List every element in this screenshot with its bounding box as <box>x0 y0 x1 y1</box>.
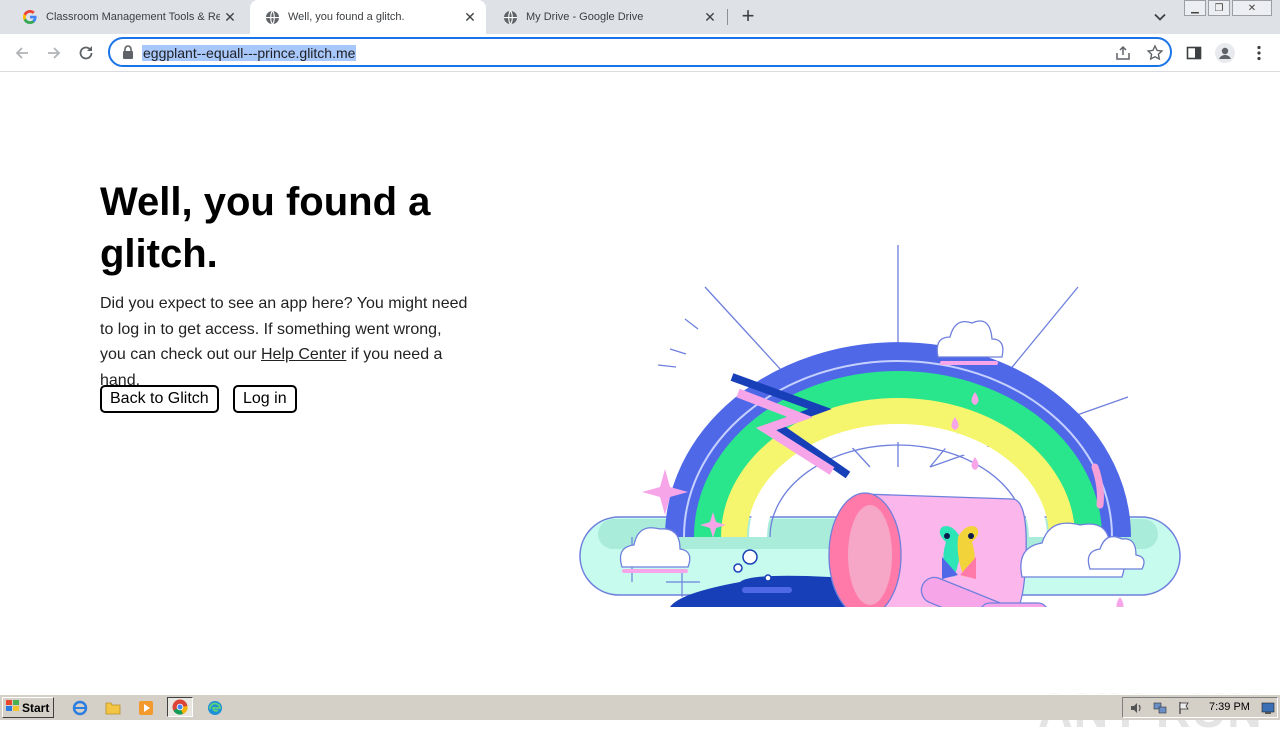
reload-icon[interactable] <box>73 40 99 66</box>
page-description: Did you expect to see an app here? You m… <box>100 291 470 393</box>
log-in-button[interactable]: Log in <box>233 385 297 413</box>
bookmark-star-icon[interactable] <box>1146 44 1164 62</box>
web-page: Well, you found a glitch. Did you expect… <box>0 72 1280 738</box>
tab-google-drive[interactable]: My Drive - Google Drive ✕ <box>488 0 726 34</box>
close-tab-icon[interactable]: ✕ <box>220 7 240 27</box>
windows-logo-icon <box>6 700 20 715</box>
back-arrow-icon[interactable] <box>9 40 35 66</box>
tab-title: Well, you found a glitch. <box>288 11 405 23</box>
tab-classroom[interactable]: Classroom Management Tools & Resc ✕ <box>8 0 246 34</box>
profile-avatar-icon[interactable] <box>1215 43 1235 63</box>
url-text[interactable]: eggplant--equall---prince.glitch.me <box>142 45 357 61</box>
tab-title: Classroom Management Tools & Resc <box>46 11 220 23</box>
globe-icon <box>502 9 518 25</box>
flag-icon[interactable] <box>1177 701 1191 715</box>
restore-button[interactable]: ❐ <box>1208 0 1230 16</box>
show-desktop-icon[interactable] <box>1261 701 1275 715</box>
browser-toolbar: eggplant--equall---prince.glitch.me <box>0 34 1280 72</box>
edge-icon[interactable] <box>206 699 224 717</box>
close-tab-icon[interactable]: ✕ <box>700 7 720 27</box>
folder-icon[interactable] <box>104 699 122 717</box>
start-button[interactable]: Start <box>2 697 54 718</box>
chrome-taskbar-icon[interactable] <box>167 697 193 717</box>
media-player-icon[interactable] <box>137 699 155 717</box>
lock-icon[interactable] <box>122 45 134 64</box>
internet-explorer-icon[interactable] <box>71 699 89 717</box>
windows-taskbar: Start 7:39 PM <box>0 694 1280 720</box>
new-tab-button[interactable]: + <box>736 5 760 29</box>
back-to-glitch-button[interactable]: Back to Glitch <box>100 385 219 413</box>
close-window-button[interactable]: ✕ <box>1232 0 1272 16</box>
minimize-button[interactable]: ▁ <box>1184 0 1206 16</box>
more-menu-icon[interactable] <box>1249 43 1269 63</box>
share-icon[interactable] <box>1114 44 1132 62</box>
system-tray: 7:39 PM <box>1122 697 1278 718</box>
close-tab-icon[interactable]: ✕ <box>460 7 480 27</box>
tab-title: My Drive - Google Drive <box>526 11 644 23</box>
start-label: Start <box>22 700 50 715</box>
address-bar[interactable]: eggplant--equall---prince.glitch.me <box>108 37 1172 67</box>
side-panel-icon[interactable] <box>1184 43 1204 63</box>
tab-glitch[interactable]: Well, you found a glitch. ✕ <box>250 0 486 34</box>
page-heading: Well, you found a glitch. <box>100 180 431 276</box>
chevron-down-icon[interactable] <box>1151 8 1169 26</box>
forward-arrow-icon[interactable] <box>41 40 67 66</box>
speaker-icon[interactable] <box>1129 701 1143 715</box>
tab-strip: Classroom Management Tools & Resc ✕ Well… <box>0 0 1280 34</box>
globe-icon <box>264 9 280 25</box>
taskbar-clock: 7:39 PM <box>1209 701 1250 713</box>
network-icon[interactable] <box>1153 701 1167 715</box>
google-g-icon <box>22 9 38 25</box>
help-center-link[interactable]: Help Center <box>261 346 346 363</box>
tab-separator <box>727 9 728 25</box>
glitch-rainbow-illustration <box>579 245 1181 607</box>
